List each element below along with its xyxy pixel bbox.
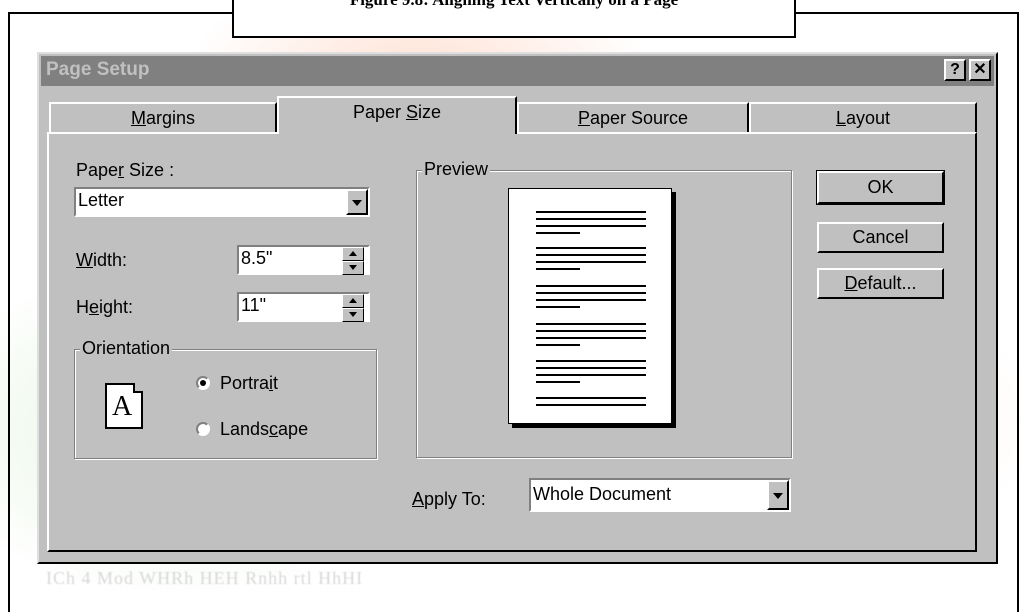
title-bar: Page Setup ? ✕ bbox=[41, 56, 994, 86]
paper-size-dropdown-button[interactable] bbox=[346, 189, 368, 215]
height-label: Height: bbox=[76, 297, 134, 317]
chevron-down-icon bbox=[773, 493, 783, 499]
tab-layout[interactable]: Layout bbox=[749, 102, 977, 132]
height-decrement-button[interactable] bbox=[342, 308, 364, 322]
apply-to-select[interactable]: Whole Document bbox=[529, 478, 791, 512]
tab-paper-source[interactable]: Paper Source bbox=[517, 102, 749, 132]
landscape-label[interactable]: Landscape bbox=[220, 419, 308, 440]
landscape-radio[interactable] bbox=[196, 422, 210, 436]
preview-page-graphic bbox=[508, 188, 672, 424]
portrait-page-icon: A bbox=[105, 383, 143, 429]
height-value: 11" bbox=[241, 295, 267, 315]
default-button[interactable]: Default... bbox=[817, 268, 944, 299]
apply-to-dropdown-button[interactable] bbox=[767, 480, 789, 510]
figure-caption-box: Figure 9.8: Aligning Text Vertically on … bbox=[232, 0, 796, 38]
apply-to-value: Whole Document bbox=[533, 484, 672, 504]
ok-button[interactable]: OK bbox=[816, 170, 945, 205]
figure-caption: Figure 9.8: Aligning Text Vertically on … bbox=[234, 0, 794, 10]
dialog-title: Page Setup bbox=[46, 59, 150, 80]
tab-paper-size[interactable]: Paper Size bbox=[277, 96, 517, 134]
height-spinner[interactable] bbox=[342, 294, 364, 322]
help-button[interactable]: ? bbox=[944, 59, 966, 81]
tab-margins[interactable]: Margins bbox=[49, 102, 277, 132]
width-value: 8.5" bbox=[241, 248, 273, 268]
apply-to-label: Apply To: bbox=[412, 489, 486, 509]
width-spinner[interactable] bbox=[342, 247, 364, 275]
arrow-down-icon bbox=[349, 312, 357, 317]
height-increment-button[interactable] bbox=[342, 294, 364, 308]
preview-group-label: Preview bbox=[422, 159, 491, 180]
width-decrement-button[interactable] bbox=[342, 261, 364, 275]
arrow-down-icon bbox=[349, 265, 357, 270]
portrait-radio[interactable] bbox=[196, 376, 210, 390]
arrow-up-icon bbox=[349, 251, 357, 256]
paper-size-value: Letter bbox=[78, 190, 125, 210]
paper-size-select[interactable]: Letter bbox=[74, 187, 370, 217]
paper-size-label: Paper Size : bbox=[76, 160, 175, 180]
width-increment-button[interactable] bbox=[342, 247, 364, 261]
width-label: Width: bbox=[76, 250, 128, 270]
close-button[interactable]: ✕ bbox=[969, 59, 991, 81]
arrow-up-icon bbox=[349, 298, 357, 303]
orientation-group-label: Orientation bbox=[80, 338, 173, 359]
cancel-button[interactable]: Cancel bbox=[817, 222, 944, 253]
chevron-down-icon bbox=[352, 200, 362, 206]
close-icon: ✕ bbox=[973, 61, 987, 78]
background-text: ICh 4 Mod WHRh HEH Rnhh rtl HhHI bbox=[46, 568, 364, 588]
portrait-label[interactable]: Portrait bbox=[220, 373, 278, 394]
